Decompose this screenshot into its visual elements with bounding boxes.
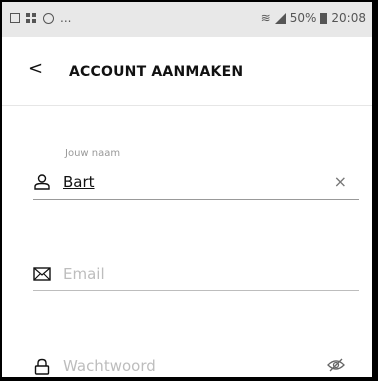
page-title: ACCOUNT AANMAKEN <box>69 64 244 80</box>
notification-ellipsis: ... <box>60 11 72 25</box>
email-placeholder[interactable]: Email <box>63 265 105 283</box>
name-field[interactable]: Jouw naam Bart × <box>33 148 359 202</box>
clear-icon[interactable]: × <box>334 172 347 191</box>
instagram-icon <box>43 12 54 24</box>
wifi-icon: ≋ <box>260 11 271 25</box>
password-placeholder[interactable]: Wachtwoord <box>63 357 156 375</box>
password-field[interactable]: Wachtwoord <box>33 354 359 377</box>
email-field[interactable]: Email <box>33 262 359 292</box>
person-icon <box>33 173 51 191</box>
email-input-row[interactable]: Email <box>33 262 359 286</box>
app-screen: ... ≋ 50% 20:08 < ACCOUNT AANMAKEN Jouw … <box>0 0 374 379</box>
name-input-value[interactable]: Bart <box>63 173 95 191</box>
gallery-icon <box>10 13 20 23</box>
clock: 20:08 <box>331 11 366 25</box>
status-right: ≋ 50% 20:08 <box>261 11 366 25</box>
signal-icon <box>274 12 286 24</box>
back-button[interactable]: < <box>28 60 43 78</box>
name-input-row[interactable]: Bart × <box>33 170 359 194</box>
name-field-underline <box>33 199 359 200</box>
app-bar: < ACCOUNT AANMAKEN <box>2 37 372 106</box>
name-field-label: Jouw naam <box>65 148 121 159</box>
eye-off-icon[interactable] <box>327 357 345 376</box>
lock-icon <box>33 357 51 375</box>
battery-icon <box>320 12 328 24</box>
status-bar: ... ≋ 50% 20:08 <box>2 2 372 37</box>
email-field-underline <box>33 290 359 291</box>
status-left: ... <box>10 11 71 25</box>
battery-percent: 50% <box>289 11 317 25</box>
apps-icon <box>26 13 37 23</box>
envelope-icon <box>33 265 51 283</box>
password-input-row[interactable]: Wachtwoord <box>33 354 359 377</box>
